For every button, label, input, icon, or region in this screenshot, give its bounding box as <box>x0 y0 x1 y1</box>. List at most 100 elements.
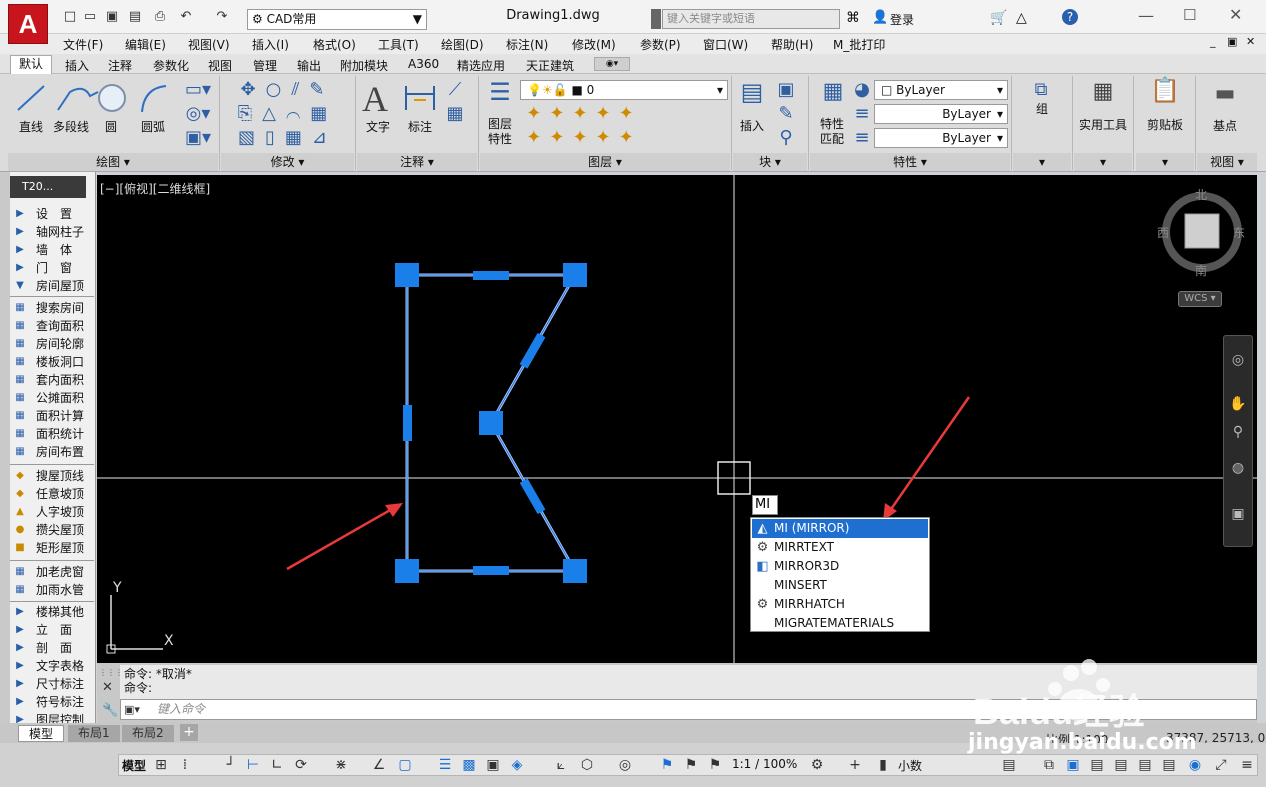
palette-item-text-table[interactable]: ▶ 文字表格 <box>10 657 94 675</box>
tab-a360[interactable]: A360 <box>408 57 439 71</box>
print-icon[interactable]: ⎙ <box>152 9 168 25</box>
dimension-tool-label[interactable]: 标注 <box>404 118 436 135</box>
palette-item-inner-area[interactable]: ▦ 套内面积 <box>10 371 94 389</box>
menu-batch-print[interactable]: M_批打印 <box>833 36 885 53</box>
calculator-icon[interactable]: ▦ <box>1088 81 1118 103</box>
palette-item-rain-pipe[interactable]: ▦ 加雨水管 <box>10 581 94 599</box>
menu-file[interactable]: 文件(F) <box>63 36 103 53</box>
tab-layout1[interactable]: 布局1 <box>68 725 120 742</box>
dynamic-input-field[interactable]: MI <box>752 495 778 515</box>
leader-icon[interactable]: ⟋ <box>440 80 470 100</box>
lineweight-icon[interactable]: ≡ <box>852 104 872 124</box>
3d-osnap-icon[interactable]: ◈ <box>508 756 526 774</box>
view-panel-title[interactable]: 视图 ▾ <box>1197 153 1257 171</box>
palette-item-stairs[interactable]: ▶ 楼梯其他 <box>10 603 94 621</box>
dynamic-input-icon[interactable]: ⊢ <box>244 756 262 774</box>
hatch-icon[interactable]: ◎▾ <box>178 104 218 124</box>
lineweight-dropdown[interactable]: ByLayer ▾ <box>874 128 1008 148</box>
workspace-dropdown[interactable]: ⚙ CAD常用 ▼ <box>247 9 427 30</box>
modify-icons-row2[interactable]: ⎘△⌒▦ <box>225 104 350 124</box>
compass-north[interactable]: 北 <box>1195 186 1207 203</box>
rectangle-icon[interactable]: ▭▾ <box>178 80 218 100</box>
palette-item-wall[interactable]: ▶ 墙 体 <box>10 241 94 259</box>
palette-item-room-layout[interactable]: ▦ 房间布置 <box>10 443 94 461</box>
snap-icon[interactable]: ⁞ <box>176 756 194 774</box>
dimension-tool-icon[interactable] <box>404 82 436 114</box>
gizmo-icon[interactable]: ◎ <box>616 756 634 774</box>
palette-item-area-calc[interactable]: ▦ 面积计算 <box>10 407 94 425</box>
layers-panel-title[interactable]: 图层 ▾ <box>480 153 730 171</box>
autocomplete-item-mirror3d[interactable]: ◧ MIRROR3D <box>752 557 928 576</box>
open-file-icon[interactable]: ▭ <box>82 9 98 25</box>
group-panel-title[interactable]: ▾ <box>1013 153 1071 171</box>
menu-format[interactable]: 格式(O) <box>313 36 356 53</box>
menu-parametric[interactable]: 参数(P) <box>640 36 681 53</box>
doc-restore-button[interactable]: ▣ <box>1227 35 1237 48</box>
tab-manage[interactable]: 管理 <box>253 57 277 74</box>
color-dropdown[interactable]: □ ByLayer ▾ <box>874 80 1008 100</box>
compass-east[interactable]: 东 <box>1233 224 1245 241</box>
palette-item-query-area[interactable]: ▦ 查询面积 <box>10 317 94 335</box>
grid-icon[interactable]: ⊞ <box>152 756 170 774</box>
properties-panel-title[interactable]: 特性 ▾ <box>810 153 1010 171</box>
palette-grip[interactable] <box>0 172 10 723</box>
transparency-icon[interactable]: ▩ <box>460 756 478 774</box>
workspace-gear-icon[interactable]: ⚙ <box>808 756 826 774</box>
base-view-icon[interactable]: ▬ <box>1210 83 1240 105</box>
group-label[interactable]: 组 <box>1028 100 1056 117</box>
customize-wrench-icon[interactable]: 🔧 <box>102 703 118 718</box>
palette-item-slab-hole[interactable]: ▦ 楼板洞口 <box>10 353 94 371</box>
match-properties-label[interactable]: 特性 匹配 <box>813 117 851 147</box>
modify-icons-row3[interactable]: ▧▯▦⊿ <box>225 128 350 148</box>
isometric-icon[interactable]: ⋇ <box>332 756 350 774</box>
infer-icon[interactable]: ┘ <box>222 756 240 774</box>
autocomplete-item-mirrtext[interactable]: ⚙ MIRRTEXT <box>752 538 928 557</box>
pan-icon[interactable]: ✋ <box>1228 396 1248 412</box>
circle-tool-label[interactable]: 圆 <box>98 118 124 135</box>
osnap-tracking-icon[interactable]: ∠ <box>370 756 388 774</box>
modify-panel-title[interactable]: 修改 ▾ <box>221 153 354 171</box>
polyline-tool-label[interactable]: 多段线 <box>51 118 91 135</box>
tab-model[interactable]: 模型 <box>18 725 65 742</box>
annotation-panel-title[interactable]: 注释 ▾ <box>357 153 477 171</box>
palette-item-pyramid-roof[interactable]: ● 攒尖屋顶 <box>10 521 94 539</box>
layer-dropdown[interactable]: 💡☀🔓 ■ 0 ▾ <box>520 80 728 100</box>
layer-properties-label[interactable]: 图层 特性 <box>482 117 518 147</box>
palette-item-shared-area[interactable]: ▦ 公摊面积 <box>10 389 94 407</box>
autocomplete-item-mirrhatch[interactable]: ⚙ MIRRHATCH <box>752 595 928 614</box>
selection-filter-icon[interactable]: ⬡ <box>578 756 596 774</box>
layer-tools-row2[interactable]: ✦✦✦✦✦ <box>524 128 644 148</box>
palette-item-area-stats[interactable]: ▦ 面积统计 <box>10 425 94 443</box>
save-as-icon[interactable]: ▤ <box>127 9 143 25</box>
palette-item-any-slope[interactable]: ◆ 任意坡顶 <box>10 485 94 503</box>
palette-item-gable-roof[interactable]: ▲ 人字坡顶 <box>10 503 94 521</box>
autocomplete-item-minsert[interactable]: MINSERT <box>752 576 928 595</box>
menu-modify[interactable]: 修改(M) <box>572 36 616 53</box>
boundary-icon[interactable]: ▣▾ <box>178 128 218 148</box>
menu-edit[interactable]: 编辑(E) <box>125 36 166 53</box>
menu-insert[interactable]: 插入(I) <box>252 36 289 53</box>
polar-icon[interactable]: ⟳ <box>292 756 310 774</box>
add-layout-button[interactable]: + <box>180 724 198 741</box>
compass-west[interactable]: 西 <box>1157 224 1169 241</box>
zoom-icon[interactable]: ⚲ <box>1228 424 1248 440</box>
doc-close-button[interactable]: ✕ <box>1246 35 1255 48</box>
palette-item-door[interactable]: ▶ 门 窗 <box>10 259 94 277</box>
block-attribute-icon[interactable]: ⚲ <box>774 128 798 148</box>
linetype-dropdown[interactable]: ByLayer ▾ <box>874 104 1008 124</box>
utilities-label[interactable]: 实用工具 <box>1074 116 1132 133</box>
undo-icon[interactable]: ↶ <box>178 9 194 25</box>
units-dropdown[interactable]: 小数 <box>898 757 922 774</box>
utilities-panel-title[interactable]: ▾ <box>1074 153 1132 171</box>
steering-wheel-icon[interactable]: ◎ <box>1228 352 1248 368</box>
search-expand-icon[interactable] <box>651 9 661 29</box>
palette-item-rect-roof[interactable]: ■ 矩形屋顶 <box>10 539 94 557</box>
text-tool-icon[interactable]: A <box>362 78 388 120</box>
palette-item-axis[interactable]: ▶ 轴网柱子 <box>10 223 94 241</box>
login-link[interactable]: 登录 <box>890 11 914 28</box>
layer-tools-row1[interactable]: ✦✦✦✦✦ <box>524 104 644 124</box>
close-window-button[interactable]: ✕ <box>1229 5 1242 24</box>
palette-header[interactable]: T20... <box>10 176 86 198</box>
menu-view[interactable]: 视图(V) <box>188 36 230 53</box>
menu-window[interactable]: 窗口(W) <box>703 36 748 53</box>
